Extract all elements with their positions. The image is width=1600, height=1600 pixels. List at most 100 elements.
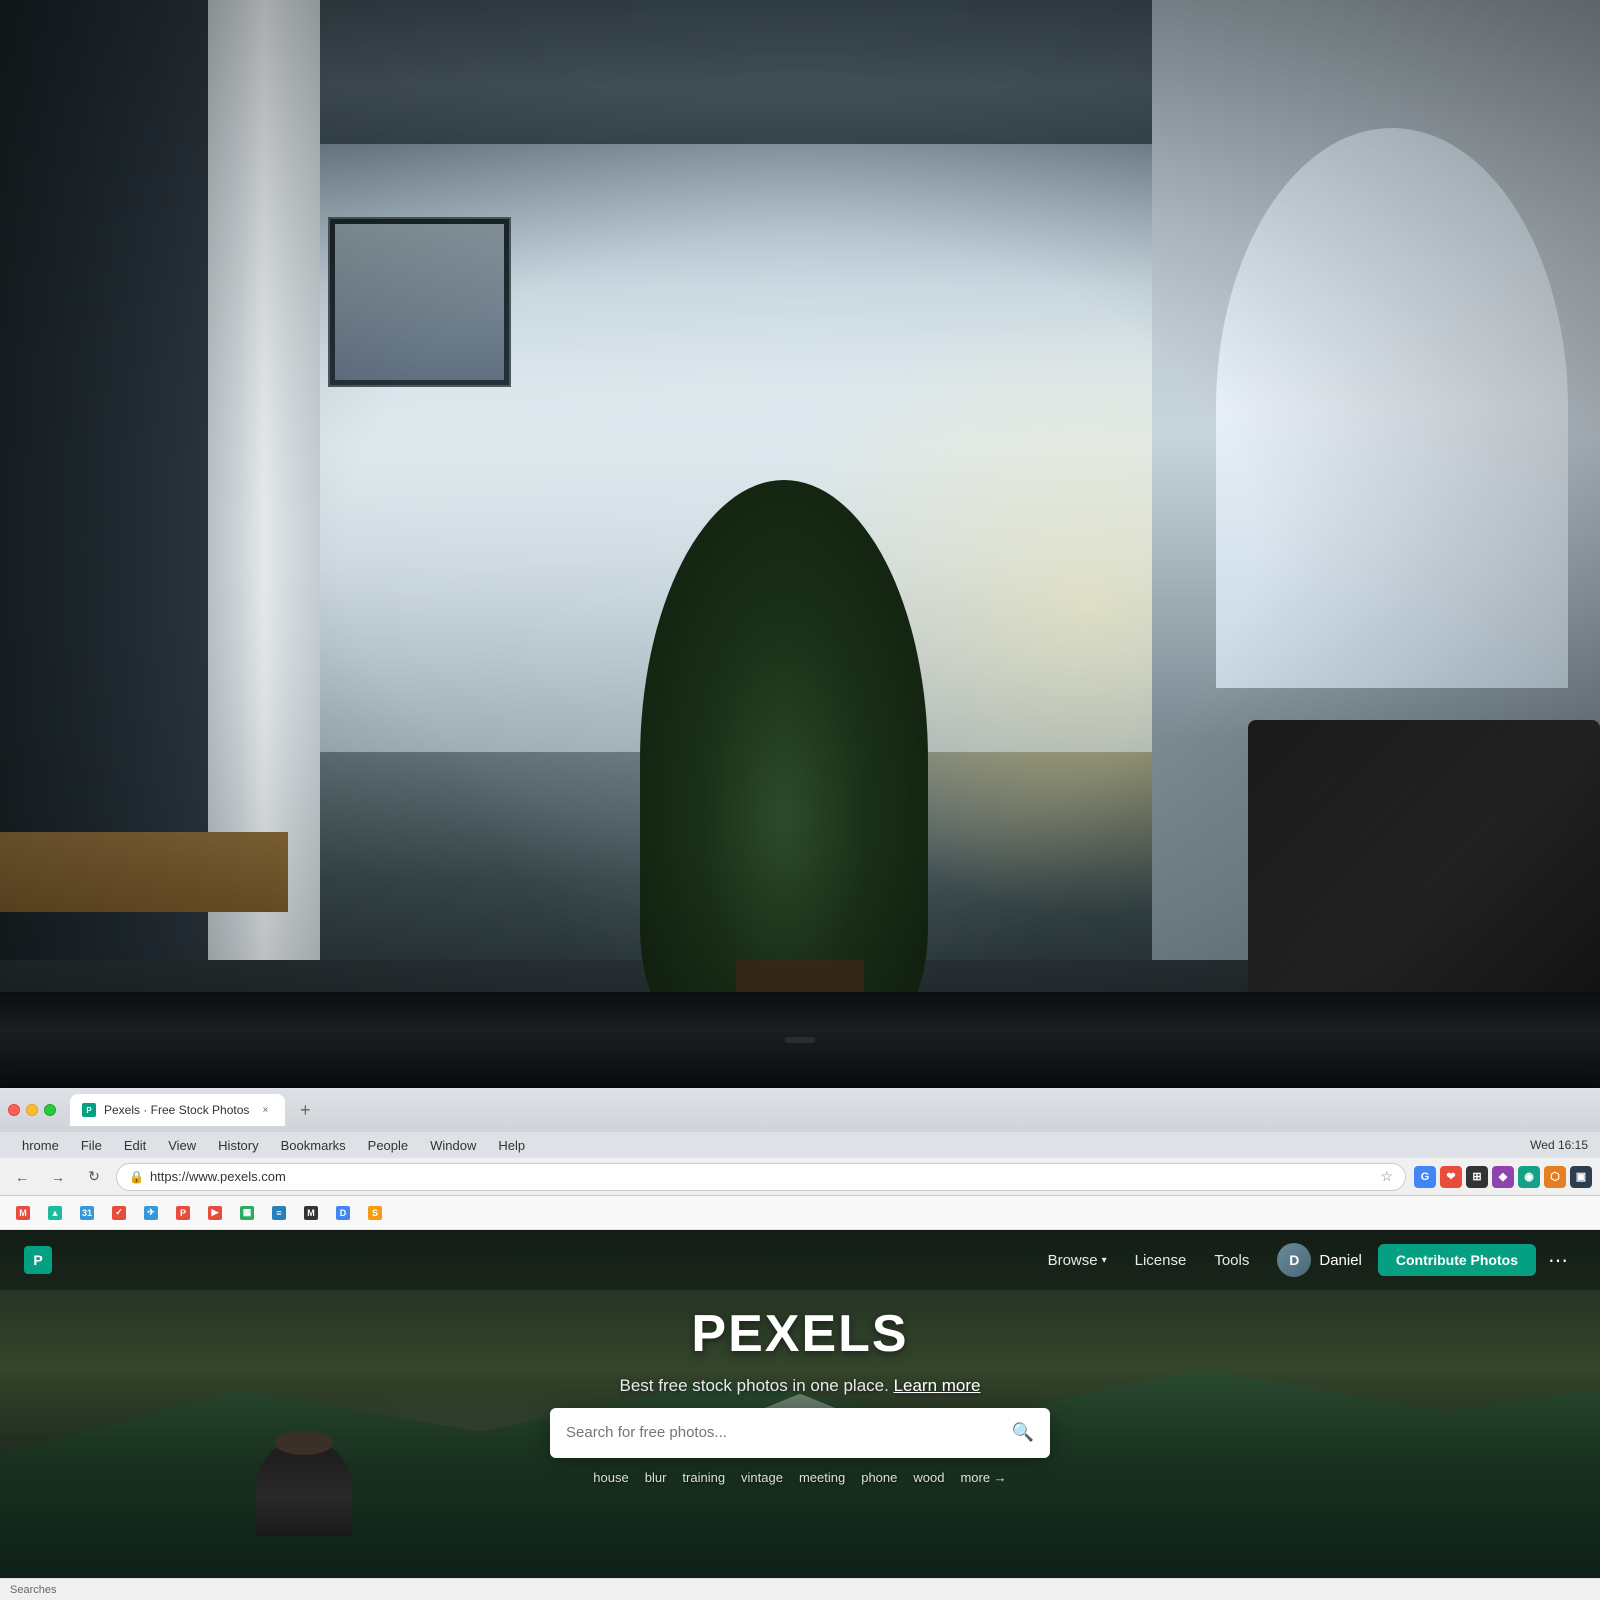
tag-phone[interactable]: phone <box>861 1470 897 1485</box>
user-avatar: D <box>1277 1243 1311 1277</box>
system-tray: Wed 16:15 <box>1530 1138 1588 1152</box>
bookmark-sheets[interactable]: ▦ <box>232 1202 262 1224</box>
refresh-button[interactable]: ↻ <box>80 1163 108 1191</box>
search-container[interactable]: 🔍 <box>550 1408 1050 1458</box>
ext-icon-3[interactable]: ◆ <box>1492 1166 1514 1188</box>
office-window-pane <box>328 217 511 387</box>
pexels-hero: P Browse ▾ License Tools <box>0 1230 1600 1578</box>
url-text: https://www.pexels.com <box>150 1169 286 1184</box>
bookmark-slides[interactable]: S <box>360 1202 390 1224</box>
bookmark-trello-favicon: ≡ <box>272 1206 286 1220</box>
menu-history[interactable]: History <box>208 1136 268 1155</box>
bookmark-calendar-favicon: 31 <box>80 1206 94 1220</box>
pexels-subtitle: Best free stock photos in one place. Lea… <box>620 1376 981 1396</box>
hero-person <box>256 1439 352 1536</box>
hero-content: PEXELS Best free stock photos in one pla… <box>550 1304 1050 1485</box>
tab-close-button[interactable]: × <box>257 1102 273 1118</box>
ext-icon-5[interactable]: ⬡ <box>1544 1166 1566 1188</box>
ext-google-icon[interactable]: G <box>1414 1166 1436 1188</box>
bookmark-telegram[interactable]: ✈ <box>136 1202 166 1224</box>
browser-tab[interactable]: P Pexels · Free Stock Photos × <box>70 1094 285 1126</box>
close-window-button[interactable] <box>8 1104 20 1116</box>
bookmark-telegram-favicon: ✈ <box>144 1206 158 1220</box>
minimize-window-button[interactable] <box>26 1104 38 1116</box>
tools-nav-link[interactable]: Tools <box>1202 1246 1261 1275</box>
ext-icon-6[interactable]: ▣ <box>1570 1166 1592 1188</box>
bookmark-gmail[interactable]: M <box>8 1202 38 1224</box>
nav-more-button[interactable]: ⋯ <box>1540 1244 1576 1277</box>
tags-more-link[interactable]: more → <box>960 1470 1006 1485</box>
username-label: Daniel <box>1319 1252 1362 1269</box>
bookmark-docs-favicon: D <box>336 1206 350 1220</box>
bookmarks-bar: M ▲ 31 ✓ ✈ P ▶ ▦ ≡ M D S <box>0 1196 1600 1230</box>
pexels-title: PEXELS <box>691 1304 908 1364</box>
bookmark-pdf[interactable]: P <box>168 1202 198 1224</box>
tag-vintage[interactable]: vintage <box>741 1470 783 1485</box>
bookmark-docs[interactable]: D <box>328 1202 358 1224</box>
search-input[interactable] <box>566 1424 1012 1441</box>
monitor-bezel <box>0 992 1600 1088</box>
bookmark-star-icon[interactable]: ☆ <box>1380 1168 1393 1185</box>
bookmark-medium-favicon: M <box>304 1206 318 1220</box>
search-icon[interactable]: 🔍 <box>1012 1422 1034 1443</box>
contribute-photos-button[interactable]: Contribute Photos <box>1378 1244 1536 1276</box>
menu-chrome[interactable]: hrome <box>12 1136 69 1155</box>
pexels-logo-icon: P <box>24 1246 52 1274</box>
new-tab-button[interactable]: + <box>291 1096 319 1124</box>
menu-bookmarks[interactable]: Bookmarks <box>271 1136 356 1155</box>
user-profile-link[interactable]: D Daniel <box>1265 1237 1374 1283</box>
menu-file[interactable]: File <box>71 1136 112 1155</box>
window-glass <box>335 224 504 380</box>
office-table <box>0 832 288 912</box>
chrome-titlebar: P Pexels · Free Stock Photos × + <box>0 1088 1600 1132</box>
bookmark-sheets-favicon: ▦ <box>240 1206 254 1220</box>
pexels-navbar: P Browse ▾ License Tools <box>0 1230 1600 1290</box>
extension-icons: G ❤ ⊞ ◆ ◉ ⬡ ▣ <box>1414 1166 1592 1188</box>
pexels-website: P Browse ▾ License Tools <box>0 1230 1600 1578</box>
office-column <box>208 0 320 1088</box>
pexels-logo[interactable]: P <box>24 1246 52 1274</box>
menu-window[interactable]: Window <box>420 1136 486 1155</box>
license-nav-link[interactable]: License <box>1123 1246 1199 1275</box>
bookmark-calendar[interactable]: 31 <box>72 1202 102 1224</box>
bookmark-trello[interactable]: ≡ <box>264 1202 294 1224</box>
hero-person-head <box>275 1431 333 1455</box>
bookmark-todoist-favicon: ✓ <box>112 1206 126 1220</box>
tag-house[interactable]: house <box>593 1470 628 1485</box>
browse-nav-link[interactable]: Browse ▾ <box>1036 1246 1119 1275</box>
office-plant <box>640 480 928 1040</box>
tag-meeting[interactable]: meeting <box>799 1470 845 1485</box>
menu-view[interactable]: View <box>158 1136 206 1155</box>
statusbar-text: Searches <box>10 1584 56 1596</box>
window-controls <box>8 1104 56 1116</box>
address-bar[interactable]: 🔒 https://www.pexels.com ☆ <box>116 1163 1406 1191</box>
ext-icon-4[interactable]: ◉ <box>1518 1166 1540 1188</box>
ext-icon-2[interactable]: ⊞ <box>1466 1166 1488 1188</box>
system-time: Wed 16:15 <box>1530 1138 1588 1152</box>
back-button[interactable]: ← <box>8 1163 36 1191</box>
tab-title: Pexels · Free Stock Photos <box>104 1103 249 1117</box>
browser-window: P Pexels · Free Stock Photos × + hrome F… <box>0 1088 1600 1600</box>
maximize-window-button[interactable] <box>44 1104 56 1116</box>
office-arch-window <box>1216 128 1568 688</box>
bookmark-drive[interactable]: ▲ <box>40 1202 70 1224</box>
menu-edit[interactable]: Edit <box>114 1136 156 1155</box>
tag-training[interactable]: training <box>682 1470 725 1485</box>
monitor-brand-logo <box>785 1037 815 1043</box>
forward-button[interactable]: → <box>44 1163 72 1191</box>
tag-wood[interactable]: wood <box>913 1470 944 1485</box>
bookmark-medium[interactable]: M <box>296 1202 326 1224</box>
tag-blur[interactable]: blur <box>645 1470 667 1485</box>
secure-icon: 🔒 <box>129 1170 144 1184</box>
menu-help[interactable]: Help <box>488 1136 535 1155</box>
bookmark-todoist[interactable]: ✓ <box>104 1202 134 1224</box>
bookmark-youtube[interactable]: ▶ <box>200 1202 230 1224</box>
menu-people[interactable]: People <box>358 1136 418 1155</box>
ext-icon-1[interactable]: ❤ <box>1440 1166 1462 1188</box>
chrome-statusbar: Searches <box>0 1578 1600 1600</box>
chrome-menubar: hrome File Edit View History Bookmarks P… <box>0 1132 1600 1158</box>
bookmark-drive-favicon: ▲ <box>48 1206 62 1220</box>
bookmark-slides-favicon: S <box>368 1206 382 1220</box>
learn-more-link[interactable]: Learn more <box>894 1376 981 1395</box>
browse-dropdown-arrow: ▾ <box>1102 1255 1107 1266</box>
